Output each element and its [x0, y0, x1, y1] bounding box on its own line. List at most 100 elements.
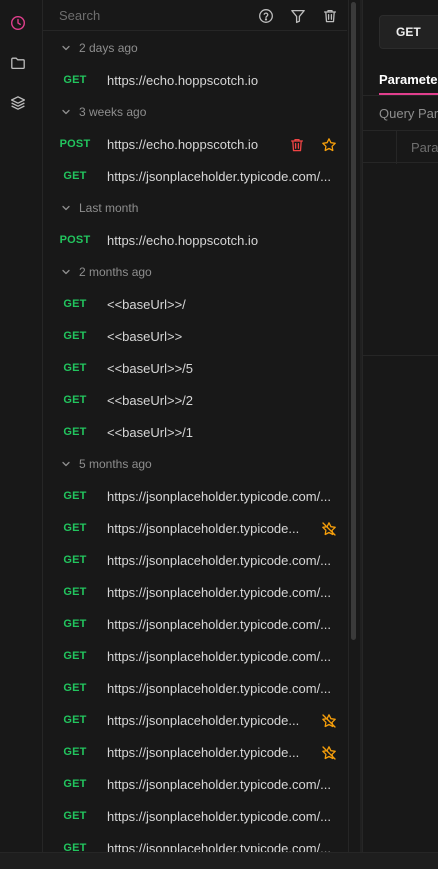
- request-url: https://jsonplaceholder.typicode.com/...: [107, 168, 332, 184]
- params-table-header: Parameter: [363, 130, 438, 164]
- request-method: GET: [63, 618, 87, 630]
- unstar-icon[interactable]: [320, 712, 338, 730]
- history-entry[interactable]: GET https://jsonplaceholder.typicode.com/…: [43, 608, 347, 640]
- request-method: GET: [63, 330, 87, 342]
- request-method: GET: [63, 586, 87, 598]
- parameter-column-header: Parameter: [411, 140, 438, 155]
- request-url: https://jsonplaceholder.typicode.com/...: [107, 776, 332, 792]
- search-input[interactable]: [59, 6, 249, 24]
- request-method: GET: [63, 170, 87, 182]
- request-url: https://jsonplaceholder.typicode.com/...: [107, 840, 332, 853]
- layers-icon[interactable]: [7, 92, 29, 114]
- history-entry[interactable]: GET https://jsonplaceholder.typicode...: [43, 704, 347, 736]
- request-method: GET: [63, 810, 87, 822]
- request-method: GET: [63, 842, 87, 852]
- request-method: GET: [63, 426, 87, 438]
- trash-icon[interactable]: [319, 5, 341, 27]
- help-icon[interactable]: [255, 5, 277, 27]
- column-divider: [396, 131, 397, 164]
- history-group-header[interactable]: 5 months ago: [43, 448, 347, 480]
- history-entry[interactable]: GET https://jsonplaceholder.typicode.com/…: [43, 160, 347, 192]
- status-bar: [0, 852, 438, 869]
- tab-parameters[interactable]: Parameters: [379, 72, 438, 87]
- history-panel: 2 days ago GET https://echo.hoppscotch.io 3…: [43, 0, 347, 852]
- request-url: <<baseUrl>>/2: [107, 392, 194, 408]
- request-method: GET: [63, 682, 87, 694]
- request-method: GET: [63, 714, 87, 726]
- request-url: https://jsonplaceholder.typicode...: [107, 712, 300, 728]
- history-entry[interactable]: GET https://jsonplaceholder.typicode.com/…: [43, 576, 347, 608]
- request-pane: GET Parameters Query Parameters Paramete…: [363, 0, 438, 852]
- icon-rail: [0, 0, 43, 852]
- history-entry[interactable]: GET <<baseUrl>>/1: [43, 416, 347, 448]
- request-method: GET: [63, 522, 87, 534]
- request-method: GET: [63, 746, 87, 758]
- history-entry[interactable]: GET https://echo.hoppscotch.io: [43, 64, 347, 96]
- tab-divider: [363, 95, 438, 96]
- folder-icon[interactable]: [7, 52, 29, 74]
- history-group-header[interactable]: 2 days ago: [43, 32, 347, 64]
- request-url: https://jsonplaceholder.typicode.com/...: [107, 584, 332, 600]
- chevron-down-icon: [61, 203, 79, 213]
- unstar-icon[interactable]: [320, 520, 338, 538]
- history-group-label: 2 months ago: [79, 265, 152, 279]
- history-entry[interactable]: GET https://jsonplaceholder.typicode...: [43, 736, 347, 768]
- section-divider: [363, 355, 438, 356]
- history-entry[interactable]: GET https://jsonplaceholder.typicode.com/…: [43, 544, 347, 576]
- chevron-down-icon: [61, 459, 79, 469]
- history-entry[interactable]: GET https://jsonplaceholder.typicode...: [43, 512, 347, 544]
- request-method: POST: [59, 234, 91, 246]
- history-entry[interactable]: GET <<baseUrl>>/2: [43, 384, 347, 416]
- request-url: https://jsonplaceholder.typicode.com/...: [107, 552, 332, 568]
- history-group-label: Last month: [79, 201, 139, 215]
- history-group-label: 5 months ago: [79, 457, 152, 471]
- star-icon[interactable]: [320, 136, 338, 154]
- request-method: GET: [63, 650, 87, 662]
- request-method: GET: [63, 298, 87, 310]
- request-url: <<baseUrl>>/5: [107, 360, 194, 376]
- request-method: GET: [63, 74, 87, 86]
- history-entry[interactable]: GET https://jsonplaceholder.typicode.com/…: [43, 800, 347, 832]
- history-entry[interactable]: GET https://jsonplaceholder.typicode.com/…: [43, 480, 347, 512]
- history-icon[interactable]: [7, 12, 29, 34]
- history-list: 2 days ago GET https://echo.hoppscotch.io 3…: [43, 32, 347, 852]
- history-entry[interactable]: GET <<baseUrl>>/: [43, 288, 347, 320]
- history-group-label: 2 days ago: [79, 41, 138, 55]
- request-url: <<baseUrl>>/1: [107, 424, 194, 440]
- history-group-label: 3 weeks ago: [79, 105, 147, 119]
- history-group-header[interactable]: 3 weeks ago: [43, 96, 347, 128]
- history-entry[interactable]: POST https://echo.hoppscotch.io: [43, 128, 347, 160]
- history-entry[interactable]: GET <<baseUrl>>: [43, 320, 347, 352]
- request-url: https://jsonplaceholder.typicode.com/...: [107, 680, 332, 696]
- request-url: https://jsonplaceholder.typicode.com/...: [107, 648, 332, 664]
- request-method: GET: [63, 490, 87, 502]
- request-url: https://jsonplaceholder.typicode.com/...: [107, 616, 332, 632]
- history-entry[interactable]: GET https://jsonplaceholder.typicode.com/…: [43, 672, 347, 704]
- history-entry[interactable]: GET https://jsonplaceholder.typicode.com/…: [43, 640, 347, 672]
- history-group-header[interactable]: Last month: [43, 192, 347, 224]
- request-method: GET: [63, 778, 87, 790]
- request-url: https://echo.hoppscotch.io: [107, 232, 259, 248]
- chevron-down-icon: [61, 43, 79, 53]
- request-url: <<baseUrl>>/: [107, 296, 186, 312]
- method-select[interactable]: GET: [379, 15, 438, 49]
- request-url: https://jsonplaceholder.typicode...: [107, 744, 300, 760]
- delete-icon[interactable]: [288, 136, 306, 154]
- history-entry[interactable]: GET <<baseUrl>>/5: [43, 352, 347, 384]
- scrollbar-thumb[interactable]: [351, 2, 356, 640]
- history-group-header[interactable]: 2 months ago: [43, 256, 347, 288]
- history-entry[interactable]: GET https://jsonplaceholder.typicode.com/…: [43, 768, 347, 800]
- filter-icon[interactable]: [287, 5, 309, 27]
- history-entry[interactable]: GET https://jsonplaceholder.typicode.com/…: [43, 832, 347, 853]
- request-method: GET: [63, 554, 87, 566]
- chevron-down-icon: [61, 267, 79, 277]
- request-url: https://echo.hoppscotch.io: [107, 136, 259, 152]
- request-url: <<baseUrl>>: [107, 328, 183, 344]
- request-method: GET: [63, 394, 87, 406]
- unstar-icon[interactable]: [320, 744, 338, 762]
- request-url: https://jsonplaceholder.typicode.com/...: [107, 808, 332, 824]
- request-url: https://jsonplaceholder.typicode...: [107, 520, 300, 536]
- request-url: https://jsonplaceholder.typicode.com/...: [107, 488, 332, 504]
- history-entry[interactable]: POST https://echo.hoppscotch.io: [43, 224, 347, 256]
- request-method: POST: [59, 138, 91, 150]
